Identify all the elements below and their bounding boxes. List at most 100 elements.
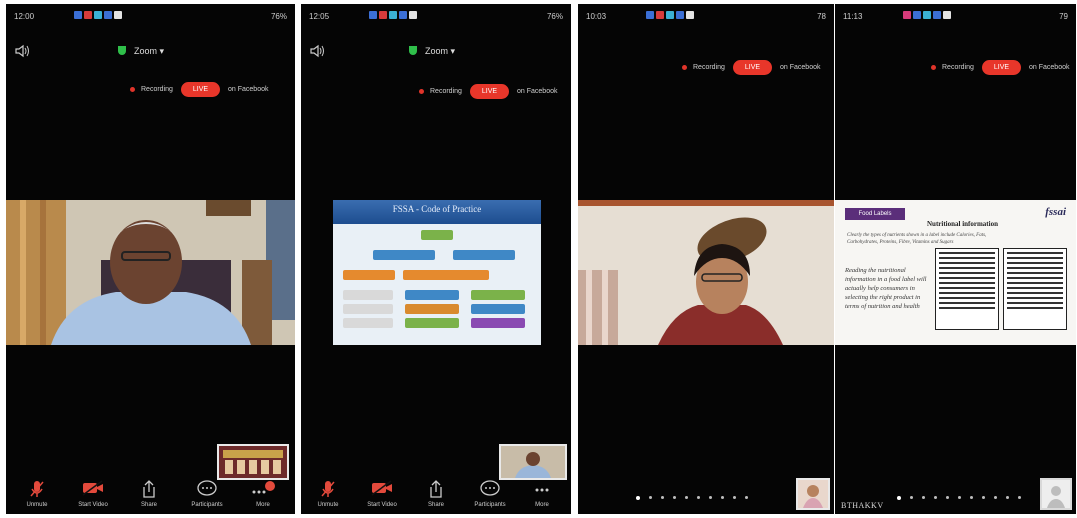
meeting-title[interactable]: Zoom ▾ (409, 46, 455, 57)
status-bar: 12:05 76% (309, 10, 563, 24)
status-battery: 78 (817, 12, 826, 21)
meeting-toolbar: Unmute Start Video Share Participants Mo… (6, 476, 295, 514)
mic-off-icon (30, 481, 44, 497)
chat-icon (480, 480, 500, 496)
status-time: 10:03 (586, 12, 607, 21)
recording-label: Recording (942, 64, 974, 71)
live-badge[interactable]: LIVE (469, 84, 510, 99)
slide-title: FSSA - Code of Practice (392, 204, 482, 214)
page-indicator[interactable] (897, 496, 1021, 500)
unmute-label: Unmute (26, 502, 48, 508)
share-icon (143, 480, 155, 498)
recording-dot-icon (682, 65, 687, 70)
shield-icon (118, 46, 126, 55)
slide-title: Nutritional information (927, 220, 998, 228)
more-label: More (256, 502, 270, 508)
recording-row: Recording LIVE on Facebook (682, 60, 834, 78)
speaker-video-image (6, 200, 295, 345)
unmute-label: Unmute (317, 502, 339, 508)
speaker-icon[interactable] (14, 44, 30, 58)
speaker-icon[interactable] (309, 44, 325, 58)
stream-target: on Facebook (780, 64, 821, 71)
more-label: More (535, 502, 549, 508)
share-button[interactable]: Share (124, 480, 174, 508)
speaker-video (578, 200, 834, 345)
recording-row: Recording LIVE on Facebook (931, 60, 1076, 78)
participants-button[interactable]: Participants (465, 480, 515, 508)
page-indicator[interactable] (636, 496, 748, 500)
participants-label: Participants (474, 502, 506, 508)
mic-off-icon (321, 481, 335, 497)
live-badge[interactable]: LIVE (732, 60, 773, 75)
more-button[interactable]: More (238, 480, 288, 508)
status-time: 11:13 (843, 12, 863, 21)
slide-subtitle: Clearly the types of nutrients shown in … (847, 233, 987, 245)
recording-dot-icon (130, 87, 135, 92)
unmute-button[interactable]: Unmute (303, 480, 353, 508)
share-label: Share (140, 502, 157, 508)
presentation-slide: FSSA - Code of Practice (333, 200, 541, 345)
live-badge[interactable]: LIVE (180, 82, 221, 97)
live-badge[interactable]: LIVE (981, 60, 1022, 75)
stream-target: on Facebook (228, 86, 269, 93)
shared-screen: Food Labels Nutritional information fssa… (835, 200, 1076, 345)
status-bar: 12:00 76% (14, 10, 287, 24)
shared-screen: FSSA - Code of Practice (301, 200, 571, 345)
participants-label: Participants (191, 502, 223, 508)
start-video-button[interactable]: Start Video (68, 480, 118, 508)
status-time: 12:05 (309, 12, 330, 21)
zoom-screen-2: 12:05 76% Zoom ▾ Recording LIVE on Faceb… (301, 4, 571, 514)
share-icon (430, 480, 442, 498)
zoom-screen-1: 12:00 76% Zoom ▾ Recording LIVE on Faceb… (6, 4, 295, 514)
slide-tag: Food Labels (845, 208, 905, 220)
recording-label: Recording (141, 86, 173, 93)
self-view-thumbnail[interactable] (499, 444, 567, 480)
fssai-logo: fssai (1045, 206, 1066, 218)
recording-row: Recording LIVE on Facebook (130, 82, 295, 100)
stream-target: on Facebook (1029, 64, 1070, 71)
more-icon (535, 488, 549, 492)
recording-row: Recording LIVE on Facebook (419, 84, 571, 102)
chat-icon (197, 480, 217, 496)
speaker-video (6, 200, 295, 345)
slide-body: Reading the nutritional information in a… (845, 267, 927, 310)
recording-dot-icon (931, 65, 936, 70)
recording-label: Recording (693, 64, 725, 71)
participant-thumbnail[interactable] (1040, 478, 1072, 510)
video-off-icon (82, 480, 103, 496)
stream-target: on Facebook (517, 88, 558, 95)
zoom-screen-4: 11:13 79 Recording LIVE on Facebook Food… (835, 4, 1076, 514)
unmute-button[interactable]: Unmute (12, 480, 62, 508)
more-icon (252, 481, 275, 494)
shield-icon (409, 46, 417, 55)
recording-dot-icon (419, 89, 424, 94)
self-view-thumbnail[interactable] (217, 444, 289, 480)
status-bar: 11:13 79 (843, 10, 1068, 24)
participant-thumbnail[interactable] (796, 478, 830, 510)
start-video-button[interactable]: Start Video (357, 480, 407, 508)
status-battery: 79 (1059, 12, 1068, 21)
start-video-label: Start Video (367, 502, 397, 508)
status-time: 12:00 (14, 12, 35, 21)
meeting-title[interactable]: Zoom ▾ (118, 46, 164, 57)
share-button[interactable]: Share (411, 480, 461, 508)
notification-icons (646, 11, 694, 19)
meeting-toolbar: Unmute Start Video Share Participants Mo… (301, 476, 571, 514)
participants-button[interactable]: Participants (182, 480, 232, 508)
notification-icons (369, 11, 417, 19)
notification-icons (74, 11, 122, 19)
zoom-screen-3: 10:03 78 Recording LIVE on Facebook (578, 4, 834, 514)
share-label: Share (427, 502, 444, 508)
nutrition-label-image (1003, 248, 1067, 330)
status-battery: 76% (270, 12, 287, 21)
start-video-label: Start Video (78, 502, 108, 508)
participant-name: BTHAKKV (841, 501, 884, 510)
status-battery: 76% (546, 12, 563, 21)
more-button[interactable]: More (517, 480, 567, 508)
speaker-video-image (578, 200, 834, 345)
status-bar: 10:03 78 (586, 10, 826, 24)
notification-icons (903, 11, 951, 19)
video-off-icon (371, 480, 392, 496)
recording-label: Recording (430, 88, 462, 95)
nutrition-label-image (935, 248, 999, 330)
